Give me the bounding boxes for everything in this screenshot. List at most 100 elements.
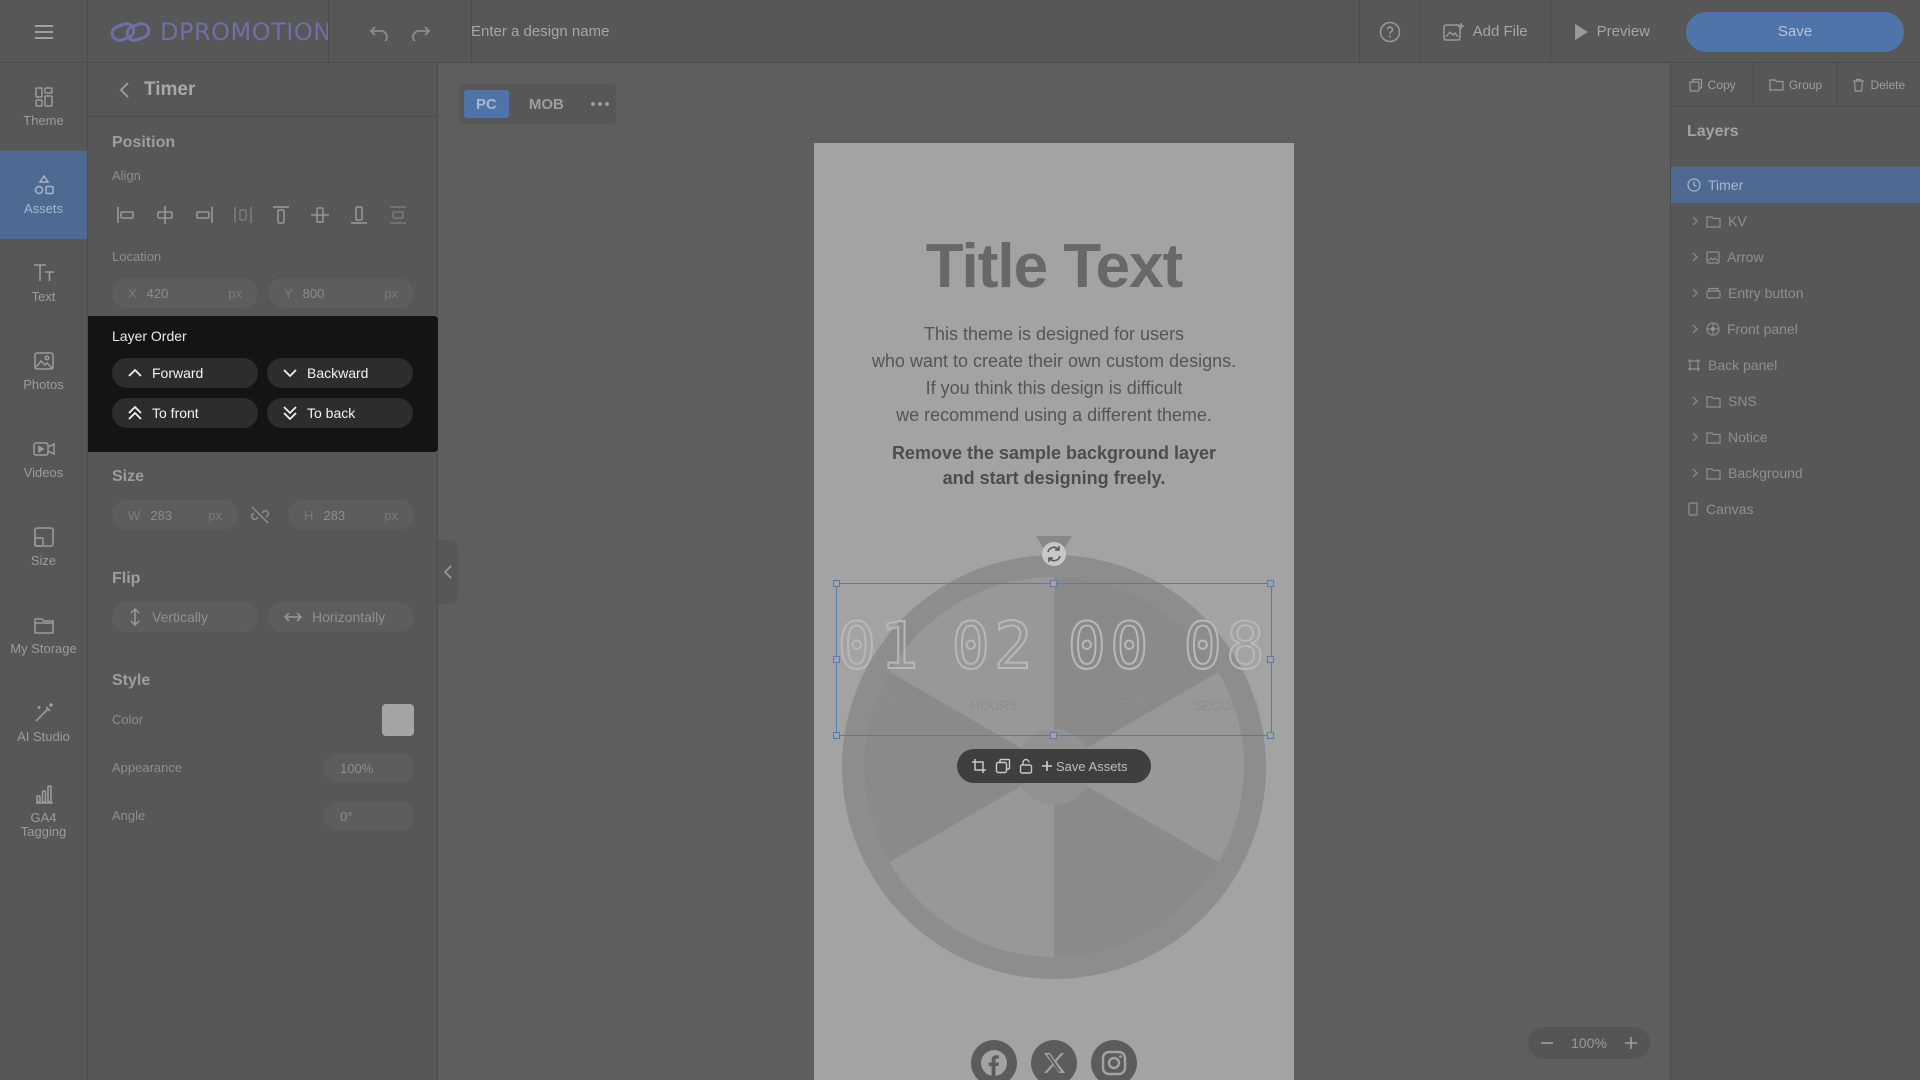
angle-input[interactable]: 0° <box>324 801 414 831</box>
instagram-link[interactable] <box>1091 1040 1137 1080</box>
zoom-level[interactable]: 100% <box>1571 1035 1607 1051</box>
layer-item-sns[interactable]: SNS <box>1671 383 1920 419</box>
chevron-right-icon[interactable] <box>1691 324 1699 334</box>
duplicate-icon[interactable] <box>995 758 1011 774</box>
layer-name: Timer <box>1708 177 1744 193</box>
facebook-link[interactable] <box>971 1040 1017 1080</box>
layer-item-front-panel[interactable]: Front panel <box>1671 311 1920 347</box>
crop-icon[interactable] <box>971 758 987 774</box>
resize-handle[interactable] <box>1267 580 1274 587</box>
layer-item-background[interactable]: Background <box>1671 455 1920 491</box>
device-mob-button[interactable]: MOB <box>517 90 576 118</box>
page-icon <box>1688 502 1698 516</box>
save-button[interactable]: Save <box>1686 11 1904 52</box>
align-top-button[interactable] <box>267 201 295 229</box>
align-bottom-button[interactable] <box>345 201 373 229</box>
zoom-out-icon[interactable] <box>1540 1036 1554 1050</box>
aspect-lock-button[interactable] <box>250 505 270 525</box>
save-assets-button[interactable]: Save Assets <box>1041 759 1128 774</box>
distribute-v-button[interactable] <box>384 201 412 229</box>
brand-logo[interactable]: DPROMOTION <box>110 0 332 63</box>
height-input[interactable]: H 283 px <box>288 500 414 530</box>
x-position-input[interactable]: X 420 px <box>112 278 258 308</box>
layer-item-arrow[interactable]: Arrow <box>1671 239 1920 275</box>
layer-item-timer[interactable]: Timer <box>1671 167 1920 203</box>
y-position-input[interactable]: Y 800 px <box>268 278 414 308</box>
logo-icon <box>110 21 151 42</box>
timer-minutes-digits: 00 <box>1062 614 1158 680</box>
resize-handle[interactable] <box>1050 732 1057 739</box>
color-swatch[interactable] <box>382 704 414 736</box>
align-right-button[interactable] <box>190 201 218 229</box>
zoom-in-icon[interactable] <box>1624 1036 1638 1050</box>
design-canvas[interactable]: Title Text This theme is designed for us… <box>814 143 1294 1080</box>
distribute-h-button[interactable] <box>229 201 257 229</box>
appearance-input[interactable]: 100% <box>324 753 414 783</box>
rail-item-size[interactable]: Size <box>0 503 87 591</box>
chevron-down-icon <box>283 369 297 378</box>
save-assets-label: Save Assets <box>1056 758 1128 774</box>
chevron-right-icon[interactable] <box>1691 396 1699 406</box>
rotate-handle[interactable] <box>1036 536 1072 572</box>
back-chevron-icon[interactable] <box>118 81 130 99</box>
layer-item-kv[interactable]: KV <box>1671 203 1920 239</box>
rail-item-videos[interactable]: Videos <box>0 415 87 503</box>
delete-button[interactable]: Delete <box>1838 63 1920 106</box>
x-link[interactable] <box>1031 1040 1077 1080</box>
align-left-button[interactable] <box>112 201 140 229</box>
add-file-button[interactable]: Add File <box>1421 0 1550 63</box>
preview-button[interactable]: Preview <box>1551 0 1672 63</box>
resize-handle[interactable] <box>1267 732 1274 739</box>
to-back-button[interactable]: To back <box>267 398 413 428</box>
rail-item-assets[interactable]: Assets <box>0 151 87 239</box>
rail-item-photos[interactable]: Photos <box>0 327 87 415</box>
resize-handle[interactable] <box>833 580 840 587</box>
vertical-arrows-icon <box>130 608 140 626</box>
rail-item-theme[interactable]: Theme <box>0 63 87 151</box>
undo-icon[interactable] <box>369 23 389 41</box>
selection-toolbar: Save Assets <box>957 749 1151 783</box>
resize-handle[interactable] <box>1050 580 1057 587</box>
chevron-right-icon[interactable] <box>1691 432 1699 442</box>
flip-horizontally-button[interactable]: Horizontally <box>268 602 414 632</box>
layer-item-notice[interactable]: Notice <box>1671 419 1920 455</box>
backward-button[interactable]: Backward <box>267 358 413 388</box>
to-front-button[interactable]: To front <box>112 398 258 428</box>
backward-label: Backward <box>307 365 369 381</box>
forward-button[interactable]: Forward <box>112 358 258 388</box>
design-name-input[interactable]: Enter a design name <box>471 0 609 63</box>
align-center-h-button[interactable] <box>151 201 179 229</box>
rail-item-my-storage[interactable]: My Storage <box>0 591 87 679</box>
redo-icon[interactable] <box>411 23 431 41</box>
rail-item-ai-studio[interactable]: AI Studio <box>0 679 87 767</box>
canvas-description[interactable]: This theme is designed for users who wan… <box>814 321 1294 429</box>
chevron-right-icon[interactable] <box>1691 252 1699 262</box>
chevron-right-icon[interactable] <box>1691 216 1699 226</box>
size-icon <box>33 527 54 547</box>
collapse-panel-button[interactable] <box>438 540 458 604</box>
rail-item-text[interactable]: Text <box>0 239 87 327</box>
rail-item-ga4-tagging[interactable]: GA4 Tagging <box>0 767 87 855</box>
copy-button[interactable]: Copy <box>1671 63 1755 106</box>
target-icon <box>1706 322 1720 336</box>
device-pc-button[interactable]: PC <box>464 90 509 118</box>
chevron-right-icon[interactable] <box>1691 288 1699 298</box>
help-button[interactable] <box>1360 0 1420 63</box>
forward-label: Forward <box>152 365 204 381</box>
canvas-bold-text[interactable]: Remove the sample background layer and s… <box>814 441 1294 491</box>
layer-item-canvas[interactable]: Canvas <box>1671 491 1920 527</box>
more-icon[interactable] <box>590 101 610 107</box>
y-unit: px <box>384 285 398 301</box>
lock-icon[interactable] <box>1019 758 1033 774</box>
align-middle-button[interactable] <box>306 201 334 229</box>
x-label: X <box>128 285 137 301</box>
flip-vertically-button[interactable]: Vertically <box>112 602 258 632</box>
menu-button[interactable] <box>0 0 88 63</box>
canvas-title[interactable]: Title Text <box>814 231 1294 302</box>
layer-item-back-panel[interactable]: Back panel <box>1671 347 1920 383</box>
group-button[interactable]: Group <box>1754 63 1838 106</box>
layer-item-entry-button[interactable]: Entry button <box>1671 275 1920 311</box>
width-input[interactable]: W 283 px <box>112 500 238 530</box>
chevron-right-icon[interactable] <box>1691 468 1699 478</box>
resize-handle[interactable] <box>833 732 840 739</box>
